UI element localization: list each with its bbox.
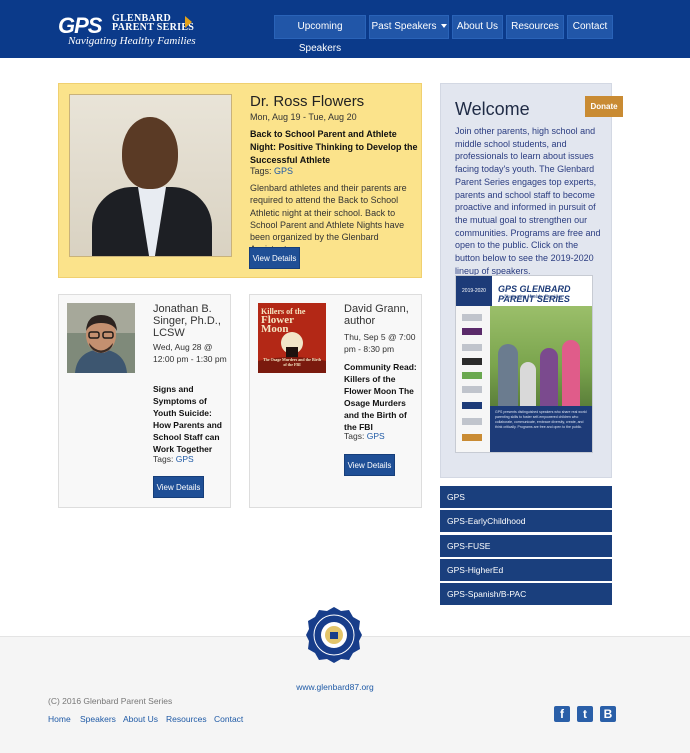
- featured-event: Dr. Ross Flowers Mon, Aug 19 - Tue, Aug …: [58, 83, 422, 278]
- poster-photo: [490, 306, 592, 406]
- poster-year: 2019-2020: [456, 276, 492, 306]
- lineup-poster[interactable]: 2019-2020 GPS GLENBARD PARENT SERIES Nav…: [455, 275, 593, 453]
- speaker-name[interactable]: David Grann, author: [344, 303, 422, 327]
- category-gps-highered[interactable]: GPS-HigherEd: [440, 559, 612, 581]
- event-title: Signs and Symptoms of Youth Suicide: How…: [153, 384, 222, 454]
- speaker-photo: [67, 303, 135, 373]
- speaker-photo: [69, 94, 232, 257]
- event-title: Community Read: Killers of the Flower Mo…: [344, 362, 417, 432]
- nav-about-us[interactable]: About Us: [452, 15, 503, 39]
- welcome-title: Welcome: [455, 99, 530, 119]
- book-cover: Killers of the Flower Moon The Osage Mur…: [258, 303, 326, 373]
- sponsor-logos: [456, 306, 490, 452]
- blogger-icon[interactable]: B: [600, 706, 616, 722]
- footer-link-about-us[interactable]: About Us: [123, 714, 158, 724]
- logo-tagline: Navigating Healthy Families: [68, 35, 196, 47]
- site-logo[interactable]: GPS GLENBARD PARENT SERIES Navigating He…: [58, 13, 198, 47]
- nav-contact[interactable]: Contact: [567, 15, 613, 39]
- category-gps[interactable]: GPS: [440, 486, 612, 508]
- poster-logo: GPS GLENBARD PARENT SERIES: [498, 284, 571, 304]
- event-tags: Tags: GPS: [250, 166, 294, 176]
- logo-arrow-icon: [185, 16, 192, 28]
- speaker-name[interactable]: Jonathan B. Singer, Ph.D., LCSW: [153, 303, 231, 339]
- footer-link-resources[interactable]: Resources: [166, 714, 207, 724]
- tag-link[interactable]: GPS: [176, 454, 194, 464]
- event-tags: Tags: GPS: [344, 431, 385, 441]
- view-details-button[interactable]: View Details: [344, 454, 395, 476]
- event-date: Mon, Aug 19 - Tue, Aug 20: [250, 112, 357, 122]
- event-description: Glenbard athletes and their parents are …: [250, 183, 407, 254]
- event-card: Killers of the Flower Moon The Osage Mur…: [249, 294, 422, 508]
- nav-resources[interactable]: Resources: [506, 15, 564, 39]
- nav-upcoming-speakers[interactable]: Upcoming Speakers: [274, 15, 366, 54]
- tag-link[interactable]: GPS: [367, 431, 385, 441]
- twitter-icon[interactable]: t: [577, 706, 593, 722]
- district-seal-icon: [305, 606, 363, 664]
- tag-link[interactable]: GPS: [274, 166, 293, 176]
- category-gps-earlychildhood[interactable]: GPS-EarlyChildhood: [440, 510, 612, 532]
- footer-link-contact[interactable]: Contact: [214, 714, 243, 724]
- site-header: GPS GLENBARD PARENT SERIES Navigating He…: [0, 0, 690, 58]
- event-date: Wed, Aug 28 @ 12:00 pm - 1:30 pm: [153, 342, 227, 364]
- welcome-text: Join other parents, high school and midd…: [455, 126, 601, 276]
- donate-button[interactable]: Donate: [585, 96, 623, 117]
- category-gps-fuse[interactable]: GPS-FUSE: [440, 535, 612, 557]
- welcome-panel: Welcome Donate Join other parents, high …: [440, 83, 623, 478]
- event-card: Jonathan B. Singer, Ph.D., LCSW Wed, Aug…: [58, 294, 231, 508]
- site-link[interactable]: www.glenbard87.org: [0, 682, 670, 692]
- speaker-name[interactable]: Dr. Ross Flowers: [250, 93, 364, 110]
- event-date: Thu, Sep 5 @ 7:00 pm - 8:30 pm: [344, 332, 416, 354]
- nav-past-speakers[interactable]: Past Speakers: [369, 15, 449, 39]
- logo-name: GLENBARD PARENT SERIES: [112, 13, 195, 33]
- event-tags: Tags: GPS: [153, 454, 194, 464]
- chevron-down-icon: [440, 24, 447, 29]
- footer-link-home[interactable]: Home: [48, 714, 71, 724]
- facebook-icon[interactable]: f: [554, 706, 570, 722]
- copyright: (C) 2016 Glenbard Parent Series: [48, 696, 173, 706]
- poster-caption: GPS presents distinguished speakers who …: [490, 406, 592, 452]
- view-details-button[interactable]: View Details: [153, 476, 204, 498]
- footer-link-speakers[interactable]: Speakers: [80, 714, 116, 724]
- event-title: Back to School Parent and Athlete Night:…: [250, 129, 418, 165]
- category-gps-spanish-bpac[interactable]: GPS-Spanish/B-PAC: [440, 583, 612, 605]
- view-details-button[interactable]: View Details: [249, 247, 300, 269]
